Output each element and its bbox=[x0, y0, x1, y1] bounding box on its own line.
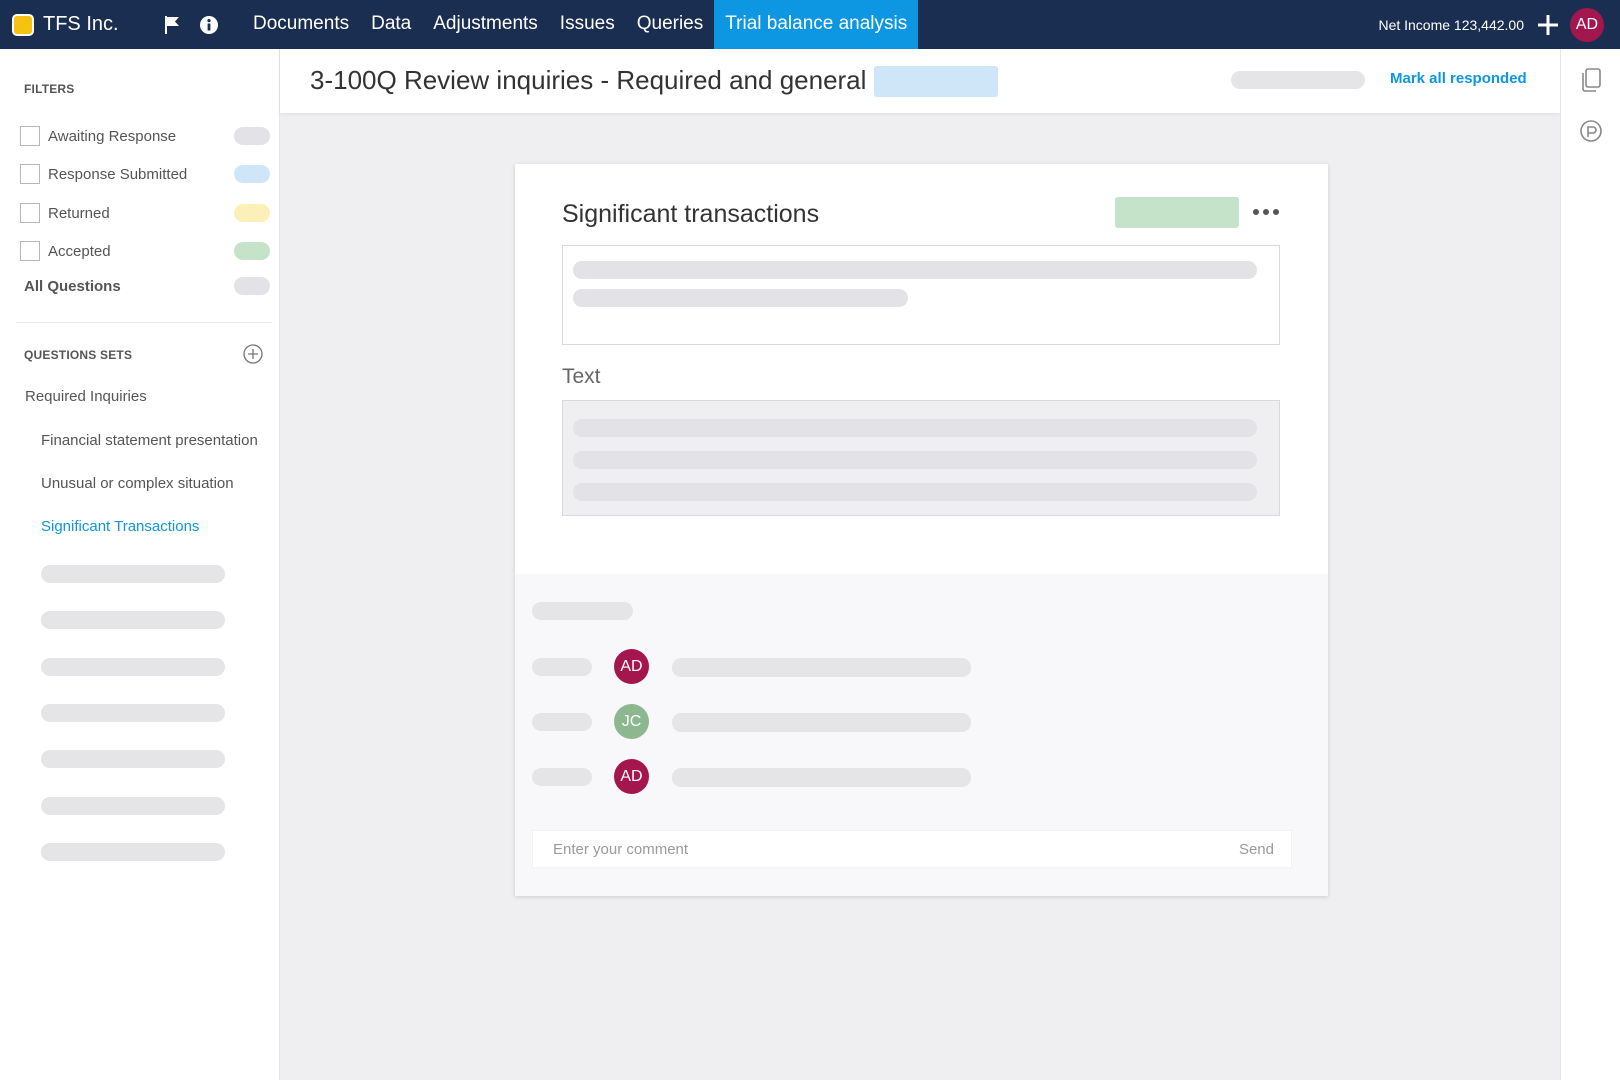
card-status-badge bbox=[1115, 197, 1239, 228]
status-badge bbox=[874, 66, 998, 97]
more-options-icon[interactable] bbox=[1251, 202, 1281, 222]
sidebar: FILTERS Awaiting Response Response Submi… bbox=[0, 49, 280, 1080]
filter-count-pill bbox=[234, 165, 270, 183]
all-questions-count-pill bbox=[234, 277, 270, 295]
comment-input[interactable] bbox=[533, 831, 1239, 867]
nav-trial-balance-analysis[interactable]: Trial balance analysis bbox=[714, 0, 919, 49]
comment-date-placeholder bbox=[532, 713, 592, 731]
comment-avatar: JC bbox=[614, 704, 649, 739]
set-significant-transactions[interactable]: Significant Transactions bbox=[41, 518, 199, 535]
comment-text-placeholder bbox=[672, 768, 971, 787]
comment-date-placeholder bbox=[532, 768, 592, 786]
sidebar-divider bbox=[16, 322, 272, 323]
card-title: Significant transactions bbox=[562, 200, 820, 228]
comment-text-placeholder bbox=[672, 713, 971, 732]
filter-awaiting-response[interactable]: Awaiting Response bbox=[20, 124, 270, 148]
mark-all-responded-button[interactable]: Mark all responded bbox=[1390, 70, 1527, 87]
filter-accepted[interactable]: Accepted bbox=[20, 239, 270, 263]
send-button[interactable]: Send bbox=[1239, 841, 1274, 858]
loading-placeholder bbox=[532, 602, 633, 620]
comment-avatar: AD bbox=[614, 759, 649, 794]
loading-placeholder bbox=[573, 289, 908, 307]
filters-title: FILTERS bbox=[24, 82, 75, 96]
filter-response-submitted[interactable]: Response Submitted bbox=[20, 162, 270, 186]
loading-placeholder bbox=[573, 261, 1257, 279]
filter-count-pill bbox=[234, 127, 270, 145]
loading-placeholder bbox=[41, 611, 225, 629]
question-card: Significant transactions Text AD JC AD E… bbox=[515, 164, 1328, 896]
loading-placeholder bbox=[573, 451, 1257, 469]
comment-date-placeholder bbox=[532, 658, 592, 676]
brand-name: TFS Inc. bbox=[43, 13, 119, 35]
filter-checkbox[interactable] bbox=[20, 241, 40, 261]
set-financial-statement-presentation[interactable]: Financial statement presentation bbox=[41, 432, 258, 449]
text-section-label: Text bbox=[562, 365, 601, 388]
nav-adjustments[interactable]: Adjustments bbox=[422, 0, 549, 49]
top-bar: TFS Inc. Documents Data Adjustments Issu… bbox=[0, 0, 1620, 49]
net-income: Net Income 123,442.00 bbox=[1378, 16, 1524, 33]
filter-label: Returned bbox=[48, 204, 110, 222]
comment-row: JC bbox=[532, 704, 972, 740]
filter-count-pill bbox=[234, 242, 270, 260]
filter-count-pill bbox=[234, 204, 270, 222]
filter-label: Awaiting Response bbox=[48, 127, 177, 145]
nav-documents[interactable]: Documents bbox=[242, 0, 360, 49]
page-header: 3-100Q Review inquiries - Required and g… bbox=[280, 49, 1560, 113]
loading-placeholder bbox=[573, 483, 1257, 501]
loading-placeholder bbox=[41, 843, 225, 861]
filter-returned[interactable]: Returned bbox=[20, 201, 270, 225]
brand-logo-icon bbox=[12, 13, 34, 36]
page-title: 3-100Q Review inquiries - Required and g… bbox=[310, 65, 867, 95]
top-right-area: Net Income 123,442.00 AD bbox=[1378, 0, 1620, 49]
filter-checkbox[interactable] bbox=[20, 203, 40, 223]
filter-checkbox[interactable] bbox=[20, 164, 40, 184]
chat-icon[interactable] bbox=[1579, 119, 1603, 145]
filter-label: Accepted bbox=[48, 242, 111, 260]
document-copy-icon[interactable] bbox=[1579, 67, 1603, 93]
loading-placeholder bbox=[41, 658, 225, 676]
nav-issues[interactable]: Issues bbox=[549, 0, 626, 49]
nav-data[interactable]: Data bbox=[360, 0, 422, 49]
main-nav: Documents Data Adjustments Issues Querie… bbox=[242, 0, 919, 49]
set-unusual-or-complex-situation[interactable]: Unusual or complex situation bbox=[41, 475, 234, 492]
question-sets-title: QUESTIONS SETS bbox=[24, 348, 133, 362]
user-avatar[interactable]: AD bbox=[1570, 7, 1604, 42]
loading-placeholder bbox=[41, 750, 225, 768]
comment-input-bar: Send bbox=[532, 830, 1292, 868]
filter-label: Response Submitted bbox=[48, 165, 188, 183]
loading-placeholder bbox=[573, 419, 1257, 437]
add-icon[interactable] bbox=[1534, 11, 1562, 39]
comment-row: AD bbox=[532, 649, 972, 685]
right-rail bbox=[1560, 49, 1620, 1080]
flag-icon[interactable] bbox=[162, 14, 184, 36]
set-required-inquiries[interactable]: Required Inquiries bbox=[25, 388, 147, 405]
all-questions-label: All Questions bbox=[24, 277, 121, 295]
filter-checkbox[interactable] bbox=[20, 126, 40, 146]
brand[interactable]: TFS Inc. bbox=[12, 13, 162, 36]
response-text-box[interactable] bbox=[562, 400, 1280, 516]
loading-placeholder bbox=[41, 565, 225, 583]
all-questions[interactable]: All Questions bbox=[24, 277, 270, 295]
comment-row: AD bbox=[532, 759, 972, 795]
nav-queries[interactable]: Queries bbox=[626, 0, 715, 49]
comment-text-placeholder bbox=[672, 658, 971, 677]
comments-section: AD JC AD Send bbox=[515, 574, 1328, 896]
comment-avatar: AD bbox=[614, 649, 649, 684]
info-icon[interactable] bbox=[198, 14, 220, 36]
question-box bbox=[562, 245, 1280, 345]
loading-placeholder bbox=[41, 797, 225, 815]
loading-placeholder bbox=[1231, 71, 1365, 89]
add-question-set-icon[interactable] bbox=[242, 343, 264, 365]
loading-placeholder bbox=[41, 704, 225, 722]
